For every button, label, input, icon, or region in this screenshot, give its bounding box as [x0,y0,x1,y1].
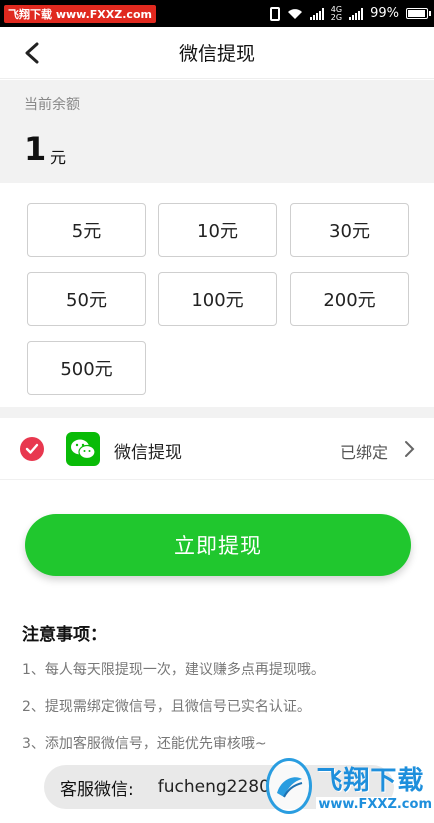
battery-icon [406,8,431,19]
page-title: 微信提现 [178,43,255,65]
watermark-logo-icon [266,757,313,814]
status-bar: 飞翔下载 www.FXXZ.com 4G 2G 99% [0,0,434,27]
service-label: 客服微信: [60,779,134,800]
checked-icon[interactable] [20,437,44,461]
amount-option[interactable]: 10元 [158,203,277,257]
watermark-brand: 飞翔下载 [316,765,425,796]
payment-method-label: 微信提现 [114,443,182,463]
wifi-icon [287,8,302,19]
back-button[interactable] [18,39,46,67]
watermark-badge: 飞翔下载 www.FXXZ.com [4,4,156,23]
bind-status: 已绑定 [339,443,388,462]
amount-option[interactable]: 500元 [27,341,146,395]
signal-icon-2 [349,7,364,20]
back-arrow-icon [25,42,39,64]
status-icons: 4G 2G 99% [269,5,431,22]
notes-title: 注意事项： [22,625,107,645]
vibrate-icon [269,6,280,21]
section-divider [0,407,434,418]
amount-option[interactable]: 50元 [27,272,146,326]
amount-option[interactable]: 5元 [27,203,146,257]
network-bottom-label: 2G [330,12,343,22]
battery-percent: 99% [370,6,399,21]
balance-section: 当前余额 1 元 [0,80,434,183]
balance-label: 当前余额 [24,97,80,113]
amount-option[interactable]: 30元 [290,203,409,257]
watermark-url: www.FXXZ.com [316,796,434,812]
chevron-right-icon [405,441,415,457]
watermark-text: 飞翔下载 www.FXXZ.com [316,760,434,812]
wechat-icon [66,432,100,466]
note-item: 3、添加客服微信号，还能优先审核哦~ [22,736,267,752]
note-item: 1、每人每天限提现一次，建议赚多点再提现哦。 [22,662,325,678]
balance-unit: 元 [50,148,67,167]
amount-option[interactable]: 100元 [158,272,277,326]
amount-option[interactable]: 200元 [290,272,409,326]
withdraw-button[interactable]: 立即提现 [25,514,411,576]
network-type: 4G 2G [330,5,343,22]
header: 微信提现 [0,27,434,79]
signal-icon [309,7,324,20]
amount-grid: 5元 10元 30元 50元 100元 200元 500元 [0,183,434,407]
service-wechat-id: fucheng2280 [157,777,270,797]
note-item: 2、提现需绑定微信号，且微信号已实名认证。 [22,699,311,715]
site-watermark: 飞翔下载 www.FXXZ.com [266,748,434,823]
balance-value: 1 [24,130,47,168]
payment-method-row[interactable]: 微信提现 已绑定 [0,418,434,480]
